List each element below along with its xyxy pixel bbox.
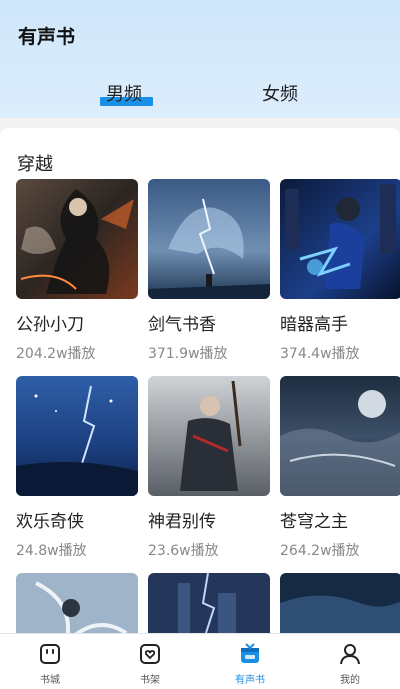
section-panel: 穿越 公孙小刀 204.2w播放 剑气书香 371.9w播放 暗器高手 374.… xyxy=(0,128,400,633)
book-card[interactable]: 暗器高手 374.4w播放 xyxy=(280,179,400,363)
book-grid: 公孙小刀 204.2w播放 剑气书香 371.9w播放 暗器高手 374.4w播… xyxy=(0,128,400,633)
header: 有声书 男频 女频 xyxy=(0,0,400,118)
book-title: 欢乐奇侠 xyxy=(16,512,84,532)
play-count: 374.4w播放 xyxy=(280,346,360,362)
book-cover[interactable] xyxy=(280,376,400,496)
book-title: 苍穹之主 xyxy=(280,512,348,532)
book-card[interactable]: 公孙小刀 204.2w播放 xyxy=(16,179,138,363)
play-count: 204.2w播放 xyxy=(16,346,96,362)
book-title: 暗器高手 xyxy=(280,315,348,335)
book-cover[interactable] xyxy=(148,573,270,633)
content-area[interactable]: 穿越 公孙小刀 204.2w播放 剑气书香 371.9w播放 暗器高手 374.… xyxy=(0,118,400,633)
audiobook-icon xyxy=(241,643,259,663)
book-cover[interactable] xyxy=(16,179,138,299)
book-card[interactable] xyxy=(280,573,400,633)
play-count: 23.6w播放 xyxy=(148,543,219,559)
book-card[interactable]: 神君别传 23.6w播放 xyxy=(148,376,270,560)
bookshelf-icon xyxy=(140,644,160,664)
page-title: 有声书 xyxy=(18,26,76,48)
book-card[interactable]: 剑气书香 371.9w播放 xyxy=(148,179,270,363)
tab-female[interactable]: 女频 xyxy=(262,80,298,106)
book-title: 剑气书香 xyxy=(148,315,216,335)
book-cover[interactable] xyxy=(148,376,270,496)
profile-icon xyxy=(340,644,360,665)
nav-bookstore[interactable]: 书城 xyxy=(0,634,100,689)
book-card[interactable]: 苍穹之主 264.2w播放 xyxy=(280,376,400,560)
play-count: 371.9w播放 xyxy=(148,346,228,362)
nav-audiobook[interactable]: 有声书 xyxy=(200,634,300,689)
bottom-nav: 书城 书架 有声书 我的 xyxy=(0,633,400,689)
nav-bookshelf[interactable]: 书架 xyxy=(100,634,200,689)
book-card[interactable] xyxy=(16,573,138,633)
tab-male[interactable]: 男频 xyxy=(106,80,142,106)
book-title: 公孙小刀 xyxy=(16,315,84,335)
book-card[interactable]: 欢乐奇侠 24.8w播放 xyxy=(16,376,138,560)
nav-audiobook-label: 有声书 xyxy=(235,675,265,686)
book-cover[interactable] xyxy=(16,573,138,633)
nav-bookshelf-label: 书架 xyxy=(140,675,160,686)
tab-female-label: 女频 xyxy=(262,84,298,105)
book-cover[interactable] xyxy=(148,179,270,299)
book-cover[interactable] xyxy=(16,376,138,496)
play-count: 24.8w播放 xyxy=(16,543,87,559)
book-cover[interactable] xyxy=(280,573,400,633)
tab-male-label: 男频 xyxy=(106,84,142,105)
book-cover[interactable] xyxy=(280,179,400,299)
play-count: 264.2w播放 xyxy=(280,543,360,559)
book-title: 神君别传 xyxy=(148,512,216,532)
nav-profile[interactable]: 我的 xyxy=(300,634,400,689)
nav-bookstore-label: 书城 xyxy=(40,675,60,686)
book-card[interactable] xyxy=(148,573,270,633)
bookstore-icon xyxy=(40,644,60,664)
nav-profile-label: 我的 xyxy=(340,675,360,686)
